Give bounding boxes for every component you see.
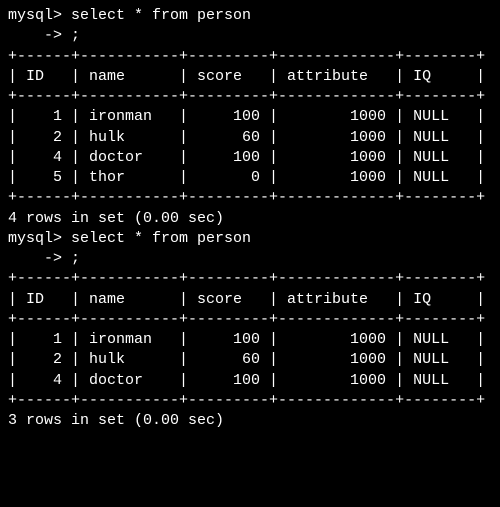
terminal-output: mysql> select * from person -> ;+------+… — [0, 0, 500, 437]
table-separator: +------+-----------+---------+----------… — [8, 47, 492, 67]
table-row: | 1 | ironman | 100 | 1000 | NULL | — [8, 107, 492, 127]
result-summary: 4 rows in set (0.00 sec) — [8, 209, 492, 229]
continuation-line: -> ; — [8, 26, 492, 46]
table-separator: +------+-----------+---------+----------… — [8, 269, 492, 289]
table-separator: +------+-----------+---------+----------… — [8, 391, 492, 411]
table-header: | ID | name | score | attribute | IQ | — [8, 290, 492, 310]
table-row: | 5 | thor | 0 | 1000 | NULL | — [8, 168, 492, 188]
table-header: | ID | name | score | attribute | IQ | — [8, 67, 492, 87]
table-row: | 1 | ironman | 100 | 1000 | NULL | — [8, 330, 492, 350]
prompt-line: mysql> select * from person — [8, 229, 492, 249]
table-separator: +------+-----------+---------+----------… — [8, 188, 492, 208]
table-row: | 4 | doctor | 100 | 1000 | NULL | — [8, 148, 492, 168]
table-separator: +------+-----------+---------+----------… — [8, 310, 492, 330]
prompt-line: mysql> select * from person — [8, 6, 492, 26]
table-separator: +------+-----------+---------+----------… — [8, 87, 492, 107]
continuation-line: -> ; — [8, 249, 492, 269]
table-row: | 2 | hulk | 60 | 1000 | NULL | — [8, 350, 492, 370]
table-row: | 2 | hulk | 60 | 1000 | NULL | — [8, 128, 492, 148]
result-summary: 3 rows in set (0.00 sec) — [8, 411, 492, 431]
table-row: | 4 | doctor | 100 | 1000 | NULL | — [8, 371, 492, 391]
